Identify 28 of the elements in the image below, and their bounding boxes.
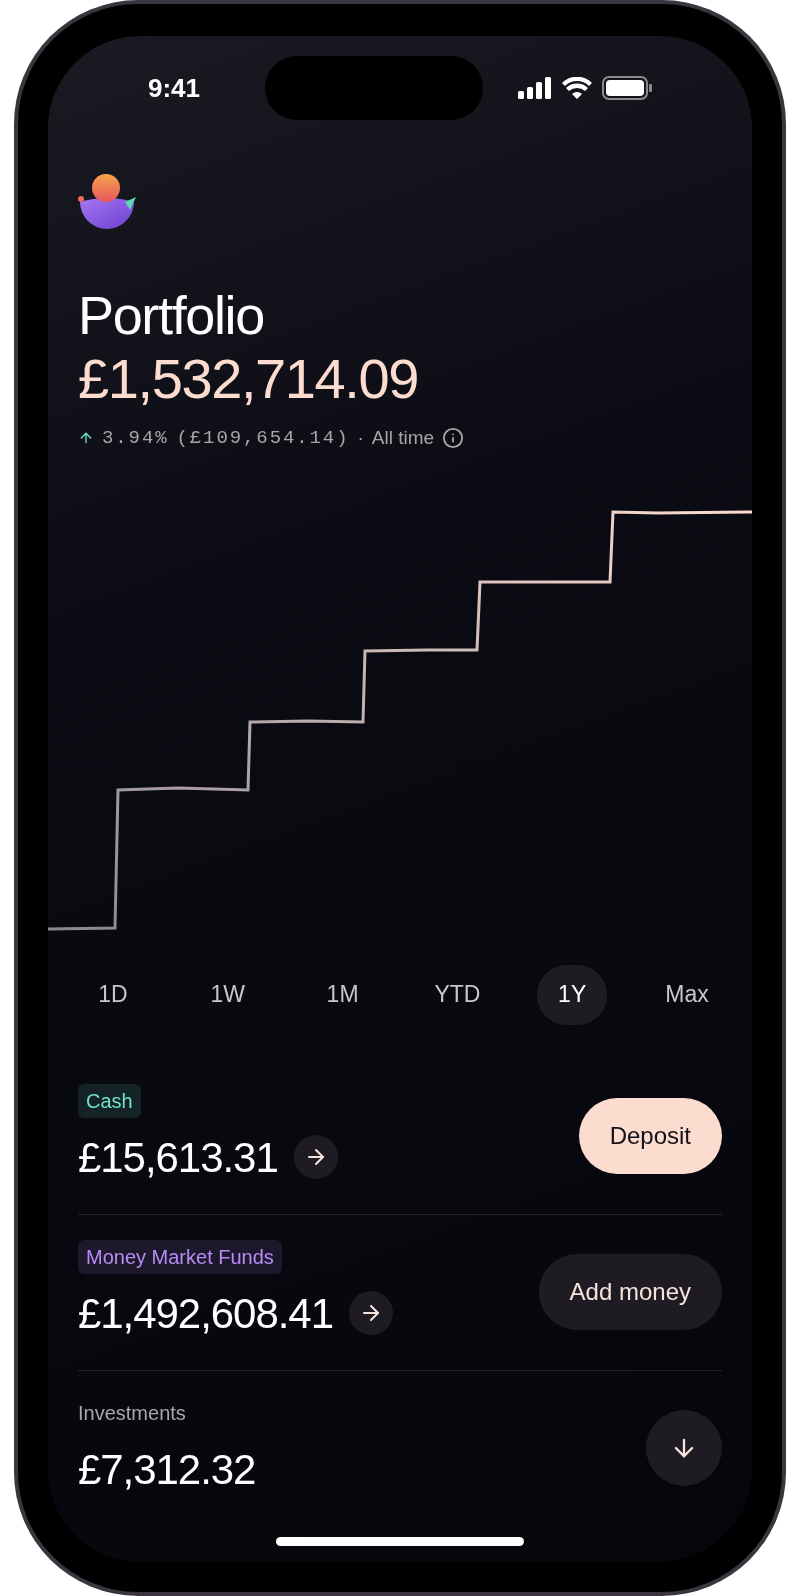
change-amount: (£109,654.14) xyxy=(176,426,350,451)
portfolio-title: Portfolio xyxy=(78,284,265,346)
period-tab[interactable]: 1D xyxy=(78,964,148,1025)
period-tab[interactable]: 1W xyxy=(192,964,263,1025)
battery-icon xyxy=(602,76,652,100)
signal-icon xyxy=(518,77,552,99)
account-label: Investments xyxy=(78,1400,187,1426)
wifi-icon xyxy=(562,77,592,99)
separator-dot: · xyxy=(357,426,364,450)
arrow-button[interactable] xyxy=(348,1291,393,1335)
account-balance: £1,492,608.41 xyxy=(78,1288,333,1339)
arrow-button[interactable] xyxy=(293,1135,338,1179)
account-balance: £7,312.32 xyxy=(78,1444,256,1495)
period-tab[interactable]: YTD xyxy=(422,964,493,1025)
period-tab[interactable]: Max xyxy=(652,964,722,1025)
deposit-button[interactable]: Deposit xyxy=(578,1098,722,1174)
avatar-logo-icon xyxy=(78,172,136,230)
change-percent: 3.94% xyxy=(102,426,169,451)
account-tag: Money Market Funds xyxy=(78,1239,282,1274)
add-money-button[interactable]: Add money xyxy=(538,1254,722,1330)
account-balance: £15,613.31 xyxy=(78,1132,278,1183)
portfolio-value: £1,532,714.09 xyxy=(78,346,419,412)
period-tab[interactable]: 1M xyxy=(307,964,378,1025)
info-icon[interactable] xyxy=(442,427,465,450)
period-label: All time xyxy=(371,426,435,450)
status-time: 9:41 xyxy=(148,71,201,105)
account-tag: Cash xyxy=(78,1083,141,1118)
period-tab[interactable]: 1Y xyxy=(537,964,608,1025)
